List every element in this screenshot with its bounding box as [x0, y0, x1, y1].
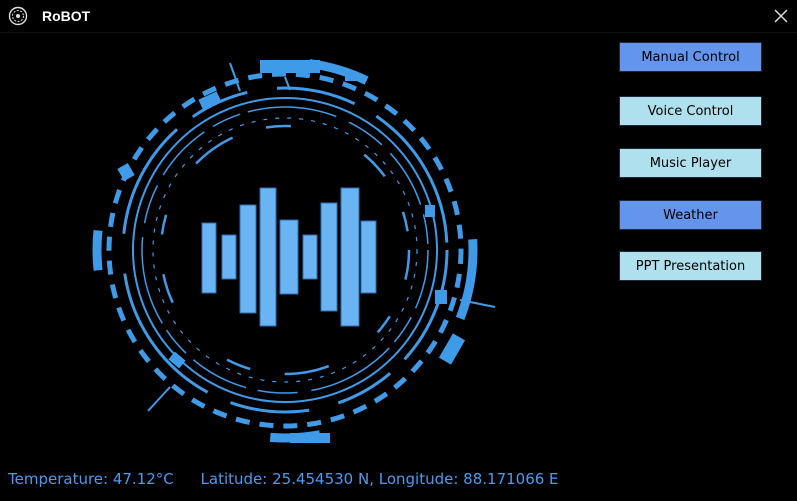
location-readout: Latitude: 25.454530 N, Longitude: 88.171…	[200, 470, 559, 488]
status-bar: Temperature: 47.12°C Latitude: 25.454530…	[8, 470, 581, 488]
voice-waveform-icon	[90, 55, 500, 465]
voice-control-button[interactable]: Voice Control	[619, 96, 762, 126]
close-icon[interactable]	[769, 4, 793, 28]
title-bar: RoBOT	[0, 0, 797, 33]
manual-control-button[interactable]: Manual Control	[619, 42, 762, 72]
robot-logo-icon	[8, 6, 28, 26]
temperature-readout: Temperature: 47.12°C	[8, 470, 174, 488]
weather-button[interactable]: Weather	[619, 200, 762, 230]
window-title: RoBOT	[42, 8, 91, 24]
ppt-presentation-button[interactable]: PPT Presentation	[619, 251, 762, 281]
music-player-button[interactable]: Music Player	[619, 148, 762, 178]
